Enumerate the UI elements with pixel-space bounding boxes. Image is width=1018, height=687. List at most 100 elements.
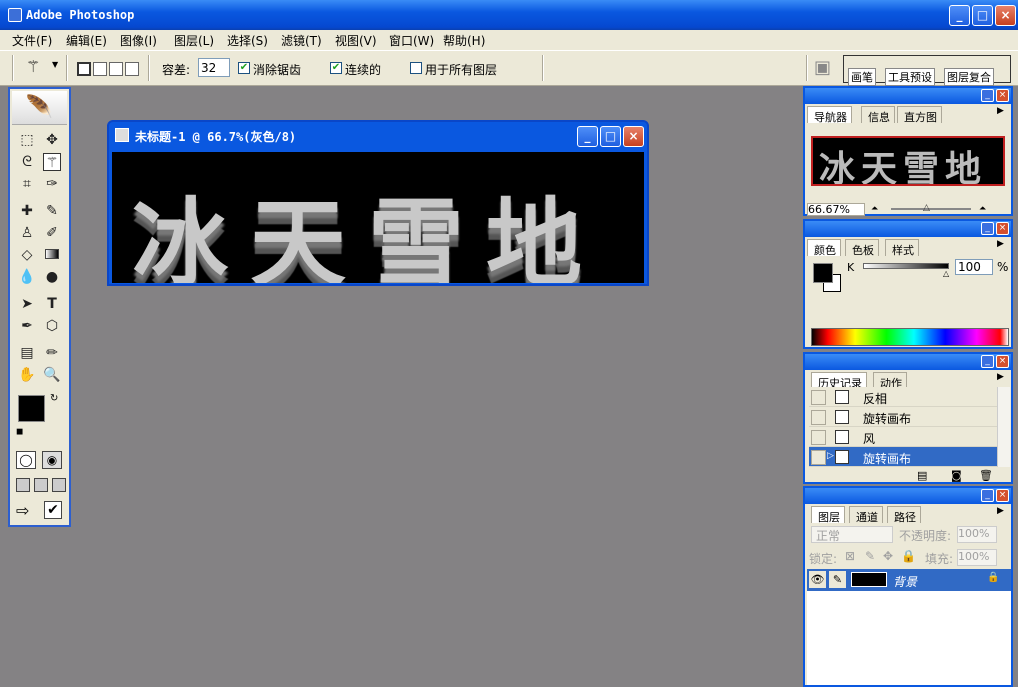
k-slider-thumb[interactable]: △ <box>943 269 949 278</box>
new-snapshot-icon[interactable]: ◙ <box>951 469 962 482</box>
adobe-feather-logo[interactable]: 🪶 <box>12 91 67 125</box>
blur-tool-icon[interactable]: 💧 <box>18 268 36 286</box>
history-brush-tool-icon[interactable]: ✐ <box>43 224 61 242</box>
panel-close-button[interactable]: × <box>996 489 1009 502</box>
fill-field[interactable]: 100% <box>957 549 997 566</box>
document-maximize-button[interactable]: □ <box>600 126 621 147</box>
zoom-slider[interactable] <box>891 208 971 210</box>
panel-menu-arrow-icon[interactable]: ▶ <box>997 239 1004 249</box>
hand-tool-icon[interactable]: ✋ <box>18 366 36 384</box>
close-button[interactable]: × <box>995 5 1016 26</box>
add-selection-icon[interactable] <box>93 62 107 76</box>
panel-minimize-button[interactable]: _ <box>981 222 994 235</box>
tab-paths[interactable]: 路径 <box>887 506 921 524</box>
blend-mode-select[interactable]: 正常 <box>811 526 893 543</box>
tab-styles[interactable]: 样式 <box>885 239 919 257</box>
k-slider[interactable] <box>863 263 949 269</box>
lock-transparency-icon[interactable]: ⊠ <box>845 549 855 563</box>
history-item-selected[interactable]: ▷ 旋转画布 <box>809 447 1001 467</box>
standard-screen-mode-icon[interactable] <box>16 478 30 492</box>
swap-colors-icon[interactable]: ↻ <box>50 393 58 404</box>
color-foreground-swatch[interactable] <box>813 263 833 283</box>
history-snapshot-box[interactable] <box>811 410 826 425</box>
eyedropper-tool-icon[interactable]: ✏ <box>43 344 61 362</box>
document-minimize-button[interactable]: _ <box>577 126 598 147</box>
tab-layers[interactable]: 图层 <box>811 506 845 524</box>
layer-visibility-icon[interactable]: 👁 <box>809 571 826 588</box>
menu-view[interactable]: 视图(V) <box>335 32 377 48</box>
path-selection-tool-icon[interactable]: ➤ <box>18 295 36 313</box>
tab-histogram[interactable]: 直方图 <box>897 106 942 124</box>
magic-wand-preset-icon[interactable]: ⚚ <box>26 57 40 76</box>
lock-all-icon[interactable]: 🔒 <box>901 549 916 563</box>
panel-close-button[interactable]: × <box>996 222 1009 235</box>
history-item[interactable]: 反相 <box>809 387 1001 407</box>
palette-well-layer-comps-tab[interactable]: 图层复合 <box>944 68 994 86</box>
gradient-tool-icon[interactable] <box>43 246 61 264</box>
subtract-selection-icon[interactable] <box>109 62 123 76</box>
jump-to-imageready-icon[interactable]: ⇨ <box>16 501 29 520</box>
opacity-field[interactable]: 100% <box>957 526 997 543</box>
history-item[interactable]: 风 <box>809 427 1001 447</box>
menu-edit[interactable]: 编辑(E) <box>66 32 107 48</box>
navigator-thumbnail[interactable]: 冰天雪地 <box>811 136 1005 186</box>
full-screen-mode-icon[interactable] <box>52 478 66 492</box>
type-tool-icon[interactable]: T <box>43 295 61 313</box>
eraser-tool-icon[interactable]: ◇ <box>18 246 36 264</box>
anti-alias-checkbox[interactable]: ✔ <box>238 62 250 74</box>
panel-minimize-button[interactable]: _ <box>981 89 994 102</box>
history-snapshot-box[interactable] <box>811 390 826 405</box>
zoom-slider-thumb[interactable]: △ <box>923 203 930 213</box>
panel-minimize-button[interactable]: _ <box>981 489 994 502</box>
tab-channels[interactable]: 通道 <box>849 506 883 524</box>
pen-tool-icon[interactable]: ✒ <box>18 317 36 335</box>
healing-brush-tool-icon[interactable]: ✚ <box>18 202 36 220</box>
file-browser-icon[interactable]: ▣ <box>814 57 831 78</box>
slice-tool-icon[interactable]: ✑ <box>43 175 61 193</box>
document-canvas[interactable]: 冰天雪地 <box>112 152 644 283</box>
panel-minimize-button[interactable]: _ <box>981 355 994 368</box>
panel-close-button[interactable]: × <box>996 355 1009 368</box>
options-grip[interactable] <box>12 55 14 81</box>
document-close-button[interactable]: × <box>623 126 644 147</box>
delete-state-icon[interactable]: 🗑 <box>979 469 993 482</box>
shape-tool-icon[interactable]: ⬡ <box>43 317 61 335</box>
maximize-button[interactable]: □ <box>972 5 993 26</box>
k-value-field[interactable]: 100 <box>955 259 993 275</box>
minimize-button[interactable]: _ <box>949 5 970 26</box>
panel-close-button[interactable]: × <box>996 89 1009 102</box>
menu-select[interactable]: 选择(S) <box>227 32 268 48</box>
notes-tool-icon[interactable]: ▤ <box>18 344 36 362</box>
full-screen-menu-mode-icon[interactable] <box>34 478 48 492</box>
zoom-tool-icon[interactable]: 🔍 <box>43 366 61 384</box>
panel-menu-arrow-icon[interactable]: ▶ <box>997 506 1004 516</box>
menu-layer[interactable]: 图层(L) <box>174 32 214 48</box>
palette-well-brushes-tab[interactable]: 画笔 <box>848 68 876 86</box>
tab-info[interactable]: 信息 <box>861 106 895 124</box>
panel-menu-arrow-icon[interactable]: ▶ <box>997 106 1004 116</box>
move-tool-icon[interactable]: ✥ <box>43 131 61 149</box>
dodge-tool-icon[interactable]: ● <box>43 268 61 286</box>
preset-dropdown-icon[interactable]: ▼ <box>52 60 58 69</box>
lasso-tool-icon[interactable]: ᘓ <box>18 153 36 171</box>
history-snapshot-box[interactable] <box>811 430 826 445</box>
foreground-color-swatch[interactable] <box>18 395 45 422</box>
zoom-in-icon[interactable]: ⏶ <box>979 204 986 214</box>
color-ramp[interactable] <box>811 328 1009 346</box>
marquee-tool-icon[interactable]: ⬚ <box>18 131 36 149</box>
brush-tool-icon[interactable]: ✎ <box>43 202 61 220</box>
menu-help[interactable]: 帮助(H) <box>443 32 485 48</box>
history-item[interactable]: 旋转画布 <box>809 407 1001 427</box>
layer-brush-icon[interactable]: ✎ <box>829 571 846 588</box>
lock-image-icon[interactable]: ✎ <box>865 549 875 563</box>
new-selection-icon[interactable] <box>77 62 91 76</box>
menu-file[interactable]: 文件(F) <box>12 32 52 48</box>
history-scrollbar[interactable] <box>997 387 1010 467</box>
intersect-selection-icon[interactable] <box>125 62 139 76</box>
palette-well-tool-presets-tab[interactable]: 工具预设 <box>885 68 935 86</box>
tab-color[interactable]: 颜色 <box>807 239 841 257</box>
default-colors-icon[interactable]: ◼ <box>16 427 23 437</box>
edit-in-imageready-icon[interactable]: ✔ <box>44 501 62 519</box>
new-document-from-state-icon[interactable]: ▤ <box>917 469 927 482</box>
menu-image[interactable]: 图像(I) <box>120 32 157 48</box>
